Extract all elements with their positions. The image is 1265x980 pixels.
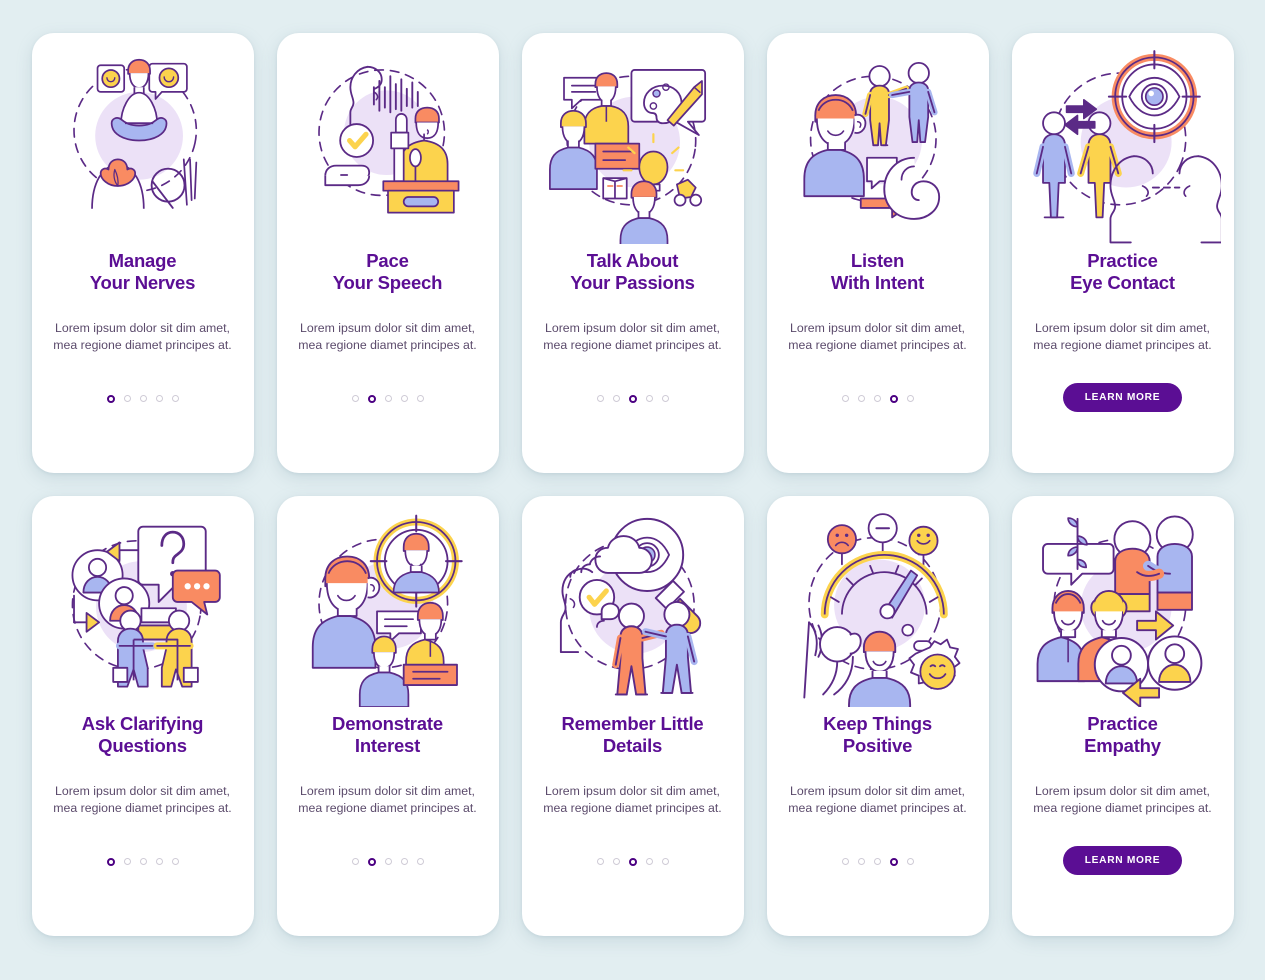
card-body-text: Lorem ipsum dolor sit dim amet, mea regi… [298,320,477,353]
interest-target-people-icon [277,496,499,711]
pagination-dot[interactable] [841,395,849,402]
pagination-dot[interactable] [857,395,865,402]
pagination-dot[interactable] [661,858,669,865]
pagination-dot[interactable] [171,858,179,865]
pagination-dot-active[interactable] [889,858,898,866]
meditation-icon [32,33,254,248]
pagination-dot[interactable] [841,858,849,865]
pagination-dot[interactable] [400,395,408,402]
card-title: Practice Eye Contact [1070,250,1175,293]
onboarding-card-listen-with-intent: Listen With Intent Lorem ipsum dolor sit … [766,33,989,473]
pagination-dot[interactable] [906,395,914,402]
speech-podium-icon [277,33,499,248]
card-title: Talk About Your Passions [570,250,695,293]
onboarding-card-remember-little-details: Remember Little Details Lorem ipsum dolor… [521,496,744,936]
pagination-dot[interactable] [857,858,865,865]
pagination-dots [522,395,744,403]
card-body-text: Lorem ipsum dolor sit dim amet, mea regi… [1033,320,1212,353]
pagination-dot[interactable] [596,395,604,402]
onboarding-card-ask-clarifying-questions: Ask Clarifying Questions Lorem ipsum dolo… [31,496,254,936]
mood-gauge-icon [767,496,989,711]
card-body-text: Lorem ipsum dolor sit dim amet, mea regi… [53,783,232,816]
pagination-dot-active[interactable] [367,395,376,403]
learn-more-button[interactable]: LEARN MORE [1062,383,1183,412]
learn-more-button[interactable]: LEARN MORE [1062,846,1183,875]
pagination-dot[interactable] [123,858,131,865]
pagination-dots [32,395,254,403]
card-body-text: Lorem ipsum dolor sit dim amet, mea regi… [543,783,722,816]
pagination-dot[interactable] [612,858,620,865]
card-title: Ask Clarifying Questions [81,713,204,756]
card-body-text: Lorem ipsum dolor sit dim amet, mea regi… [298,783,477,816]
pagination-dots [522,858,744,866]
card-body-text: Lorem ipsum dolor sit dim amet, mea regi… [788,783,967,816]
pagination-dot[interactable] [400,858,408,865]
onboarding-card-practice-eye-contact: Practice Eye Contact Lorem ipsum dolor si… [1011,33,1234,473]
pagination-dot-active[interactable] [106,395,115,403]
pagination-dots [277,858,499,866]
pagination-dot[interactable] [384,858,392,865]
onboarding-card-practice-empathy: Practice Empathy Lorem ipsum dolor sit di… [1011,496,1234,936]
pagination-dot-active[interactable] [889,395,898,403]
onboarding-card-demonstrate-interest: Demonstrate Interest Lorem ipsum dolor si… [276,496,499,936]
onboarding-card-pace-your-speech: Pace Your Speech Lorem ipsum dolor sit di… [276,33,499,473]
onboarding-card-keep-things-positive: Keep Things Positive Lorem ipsum dolor si… [766,496,989,936]
pagination-dot-active[interactable] [628,395,637,403]
pagination-dot[interactable] [139,858,147,865]
pagination-dot[interactable] [612,395,620,402]
pagination-dots [767,395,989,403]
pagination-dot[interactable] [123,395,131,402]
magnifier-memory-icon [522,496,744,711]
eye-contact-target-icon [1012,33,1234,248]
question-dialogue-icon [32,496,254,711]
pagination-dots [277,395,499,403]
pagination-dot-active[interactable] [106,858,115,866]
pagination-dot[interactable] [645,858,653,865]
pagination-dot[interactable] [661,395,669,402]
card-body-text: Lorem ipsum dolor sit dim amet, mea regi… [788,320,967,353]
card-title: Keep Things Positive [823,713,932,756]
passions-conversation-icon [522,33,744,248]
onboarding-screens-board: Manage Your Nerves Lorem ipsum dolor sit … [0,0,1265,980]
card-title: Listen With Intent [830,250,925,293]
card-body-text: Lorem ipsum dolor sit dim amet, mea regi… [1033,783,1212,816]
pagination-dot[interactable] [416,395,424,402]
pagination-dot[interactable] [351,858,359,865]
pagination-dot[interactable] [384,395,392,402]
card-body-text: Lorem ipsum dolor sit dim amet, mea regi… [53,320,232,353]
onboarding-card-talk-about-your-passions: Talk About Your Passions Lorem ipsum dolo… [521,33,744,473]
pagination-dot[interactable] [155,858,163,865]
listening-ear-icon [767,33,989,248]
pagination-dots [32,858,254,866]
card-title: Manage Your Nerves [89,250,196,293]
pagination-dot-active[interactable] [628,858,637,866]
pagination-dot[interactable] [416,858,424,865]
card-title: Practice Empathy [1084,713,1161,756]
card-title: Pace Your Speech [332,250,443,293]
pagination-dot[interactable] [596,858,604,865]
empathy-exchange-icon [1012,496,1234,711]
pagination-dot[interactable] [873,395,881,402]
pagination-dot[interactable] [645,395,653,402]
pagination-dot[interactable] [155,395,163,402]
card-title: Remember Little Details [561,713,704,756]
pagination-dot[interactable] [139,395,147,402]
onboarding-card-manage-your-nerves: Manage Your Nerves Lorem ipsum dolor sit … [31,33,254,473]
pagination-dot[interactable] [171,395,179,402]
pagination-dot-active[interactable] [367,858,376,866]
pagination-dot[interactable] [906,858,914,865]
pagination-dot[interactable] [873,858,881,865]
card-body-text: Lorem ipsum dolor sit dim amet, mea regi… [543,320,722,353]
pagination-dot[interactable] [351,395,359,402]
pagination-dots [767,858,989,866]
card-title: Demonstrate Interest [332,713,443,756]
